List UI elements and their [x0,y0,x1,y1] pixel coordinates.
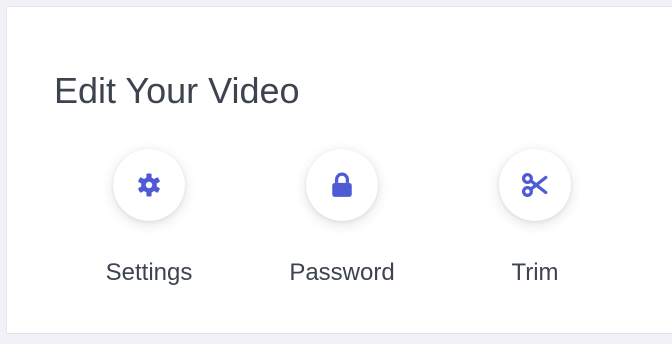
settings-icon-circle[interactable] [113,149,185,221]
settings-button[interactable]: Settings [74,149,224,299]
settings-label: Settings [105,259,193,286]
password-label: Password [289,259,395,286]
edit-video-panel: Edit Your Video Settings Password Trim [6,6,672,334]
trim-button[interactable]: Trim [460,149,610,299]
trim-icon-circle[interactable] [499,149,571,221]
trim-label: Trim [511,259,559,286]
gear-icon [138,173,160,197]
scissors-icon [521,173,548,197]
password-button[interactable]: Password [267,149,417,299]
panel-title: Edit Your Video [54,70,300,111]
lock-icon [332,172,352,197]
password-icon-circle[interactable] [306,149,378,221]
